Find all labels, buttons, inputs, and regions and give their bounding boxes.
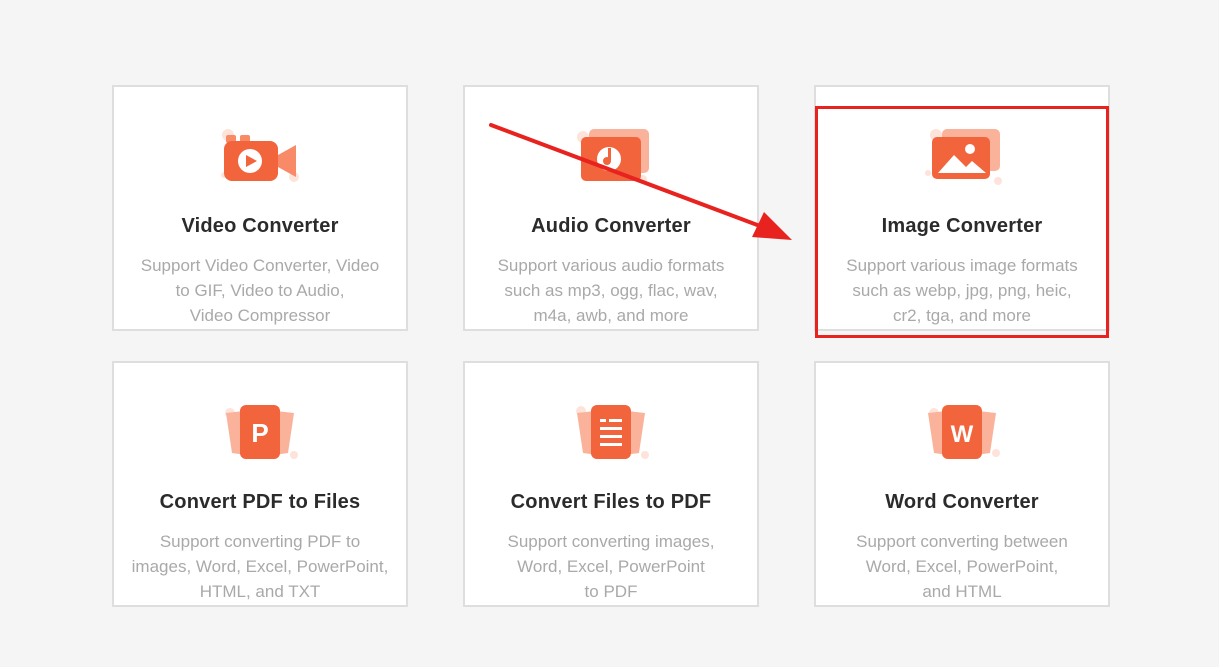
card-description: Support converting images, Word, Excel, … [507,532,715,601]
card-description: Support various audio formats such as mp… [497,256,725,325]
card-title: Convert Files to PDF [510,491,712,513]
card-description: Support converting PDF to images, Word, … [131,532,389,601]
card-title: Video Converter [181,215,339,237]
card-description: Support Video Converter, Video to GIF, V… [140,256,380,325]
card-image-converter[interactable]: Image Converter Support various image fo… [814,85,1110,331]
audio-music-icon [563,115,659,195]
card-title: Convert PDF to Files [159,491,361,513]
files-document-icon [563,391,659,471]
card-convert-pdf-to-files[interactable]: P Convert PDF to Files Support convertin… [112,361,408,607]
card-description: Support converting between Word, Excel, … [856,532,1068,601]
svg-text:W: W [951,421,974,448]
card-audio-converter[interactable]: Audio Converter Support various audio fo… [463,85,759,331]
card-word-converter[interactable]: W Word Converter Support converting betw… [814,361,1110,607]
card-video-converter[interactable]: Video Converter Support Video Converter,… [112,85,408,331]
card-title: Audio Converter [531,215,691,237]
svg-text:P: P [251,418,268,448]
word-w-document-icon: W [914,391,1010,471]
card-convert-files-to-pdf[interactable]: Convert Files to PDF Support converting … [463,361,759,607]
video-camera-icon [212,115,308,195]
image-picture-icon [914,115,1010,195]
pdf-p-document-icon: P [212,391,308,471]
card-description: Support various image formats such as we… [846,256,1078,325]
card-title: Image Converter [881,215,1043,237]
card-title: Word Converter [885,491,1039,513]
